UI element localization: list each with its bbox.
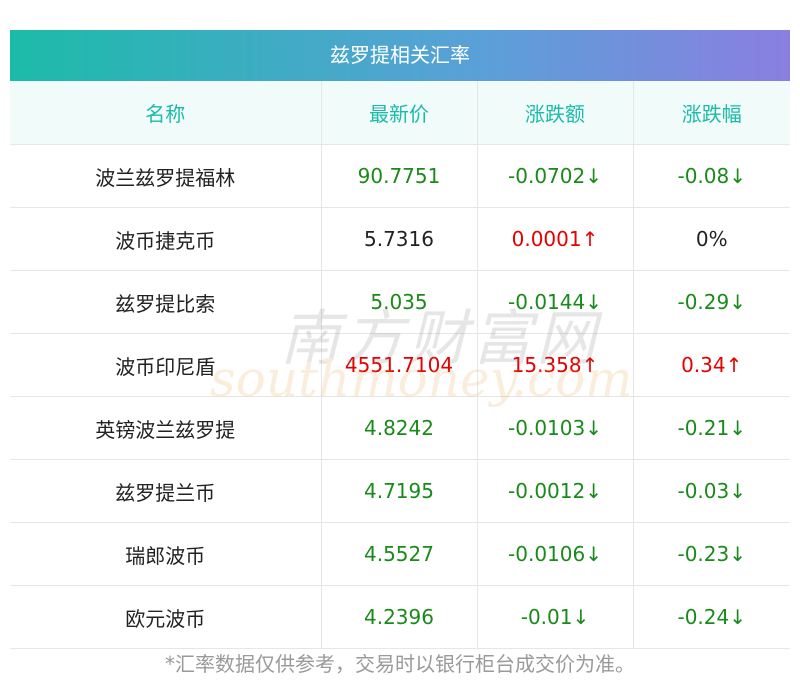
- cell-change-pct: -0.03↓: [632, 459, 790, 523]
- cell-price: 4551.7104: [320, 333, 477, 397]
- cell-name: 兹罗提兰币: [10, 459, 321, 523]
- cell-change: 15.358↑: [476, 333, 633, 397]
- cell-name: 瑞郎波币: [10, 522, 321, 586]
- table-row: 欧元波币 4.2396 -0.01↓ -0.24↓: [10, 585, 790, 649]
- table-row: 瑞郎波币 4.5527 -0.0106↓ -0.23↓: [10, 522, 790, 586]
- cell-name: 英镑波兰兹罗提: [10, 396, 321, 460]
- cell-change: -0.0012↓: [476, 459, 633, 523]
- cell-change: -0.0106↓: [476, 522, 633, 586]
- header-name: 名称: [10, 81, 321, 145]
- header-change: 涨跌额: [476, 81, 633, 145]
- cell-price: 5.7316: [320, 207, 477, 271]
- cell-name: 波兰兹罗提福林: [10, 144, 321, 208]
- cell-change-pct: -0.23↓: [632, 522, 790, 586]
- cell-name: 兹罗提比索: [10, 270, 321, 334]
- table-row: 兹罗提兰币 4.7195 -0.0012↓ -0.03↓: [10, 459, 790, 523]
- cell-change: -0.01↓: [476, 585, 633, 649]
- header-price: 最新价: [320, 81, 477, 145]
- cell-change-pct: -0.24↓: [632, 585, 790, 649]
- cell-change-pct: 0%: [632, 207, 790, 271]
- cell-change-pct: -0.21↓: [632, 396, 790, 460]
- table-title: 兹罗提相关汇率: [10, 30, 790, 81]
- cell-price: 4.5527: [320, 522, 477, 586]
- header-row: 名称 最新价 涨跌额 涨跌幅: [10, 81, 790, 145]
- disclaimer-note: *汇率数据仅供参考，交易时以银行柜台成交价为准。: [165, 652, 635, 676]
- cell-change: -0.0103↓: [476, 396, 633, 460]
- table-row: 兹罗提比索 5.035 -0.0144↓ -0.29↓: [10, 270, 790, 334]
- cell-change-pct: -0.08↓: [632, 144, 790, 208]
- rates-table: 名称 最新价 涨跌额 涨跌幅 波兰兹罗提福林 90.7751 -0.0702↓ -0.…: [10, 81, 790, 649]
- cell-change-pct: -0.29↓: [632, 270, 790, 334]
- cell-name: 波币印尼盾: [10, 333, 321, 397]
- cell-price: 4.2396: [320, 585, 477, 649]
- cell-change-pct: 0.34↑: [632, 333, 790, 397]
- table-row: 波币印尼盾 4551.7104 15.358↑ 0.34↑: [10, 333, 790, 397]
- table-row: 波币捷克币 5.7316 0.0001↑ 0%: [10, 207, 790, 271]
- cell-change: -0.0702↓: [476, 144, 633, 208]
- cell-price: 5.035: [320, 270, 477, 334]
- rates-panel: 兹罗提相关汇率 名称 最新价 涨跌额 涨跌幅 波兰兹罗提福林 90.7751 -0.…: [10, 30, 790, 649]
- cell-name: 欧元波币: [10, 585, 321, 649]
- table-row: 波兰兹罗提福林 90.7751 -0.0702↓ -0.08↓: [10, 144, 790, 208]
- cell-price: 4.8242: [320, 396, 477, 460]
- cell-price: 4.7195: [320, 459, 477, 523]
- cell-change: -0.0144↓: [476, 270, 633, 334]
- table-row: 英镑波兰兹罗提 4.8242 -0.0103↓ -0.21↓: [10, 396, 790, 460]
- cell-change: 0.0001↑: [476, 207, 633, 271]
- cell-name: 波币捷克币: [10, 207, 321, 271]
- cell-price: 90.7751: [320, 144, 477, 208]
- header-change-pct: 涨跌幅: [632, 81, 790, 145]
